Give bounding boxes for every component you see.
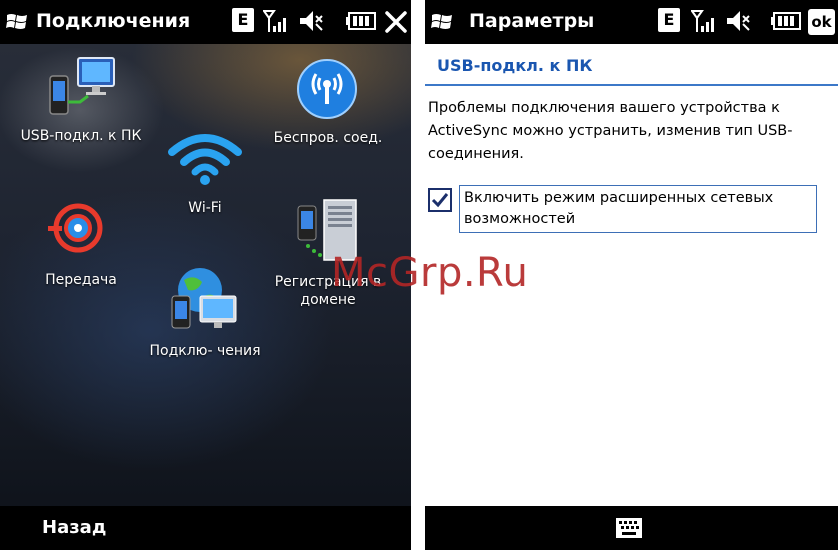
- speaker-muted-icon: [727, 11, 750, 31]
- speaker-muted-icon: [300, 11, 323, 31]
- softkey-bar: Назад: [0, 506, 411, 550]
- app-label: Подклю- чения: [149, 343, 261, 359]
- battery-icon: [346, 12, 376, 30]
- network-connections-icon: [171, 268, 237, 329]
- wifi-icon: [168, 134, 242, 185]
- windows-start-icon[interactable]: [431, 12, 453, 32]
- wireless-antenna-icon: [297, 59, 357, 119]
- title-bar: Параметры E ok: [425, 0, 838, 44]
- signal-strength-icon: [691, 10, 714, 32]
- edge-network-badge: E: [658, 8, 680, 32]
- section-divider: [425, 84, 838, 86]
- keyboard-icon[interactable]: [615, 517, 643, 539]
- section-title: USB-подкл. к ПК: [437, 56, 593, 75]
- app-label: USB-подкл. к ПК: [20, 128, 142, 144]
- checkmark-icon: [431, 193, 449, 208]
- app-label: Передача: [45, 272, 117, 288]
- battery-icon: [771, 12, 801, 30]
- app-label: Беспров. соед.: [273, 130, 383, 146]
- watermark: McGrp.Ru: [331, 250, 529, 296]
- beam-transfer-icon: [48, 203, 103, 253]
- usb-pc-connection-icon: [49, 57, 115, 115]
- close-icon[interactable]: [384, 10, 408, 34]
- edge-network-badge: E: [232, 8, 254, 32]
- softkey-bar: [425, 506, 838, 550]
- screen-title: Подключения: [36, 10, 191, 32]
- ok-button[interactable]: ok: [808, 9, 835, 35]
- advanced-network-checkbox[interactable]: [428, 188, 452, 212]
- back-softkey[interactable]: Назад: [42, 517, 106, 538]
- windows-start-icon[interactable]: [6, 12, 28, 32]
- signal-strength-icon: [263, 10, 286, 32]
- title-bar: Подключения E: [0, 0, 411, 44]
- screen-title: Параметры: [469, 10, 595, 32]
- description-text: Проблемы подключения вашего устройства к…: [428, 100, 793, 162]
- advanced-network-label[interactable]: Включить режим расширенных сетевых возмо…: [459, 185, 817, 233]
- app-label: Wi-Fi: [188, 200, 222, 216]
